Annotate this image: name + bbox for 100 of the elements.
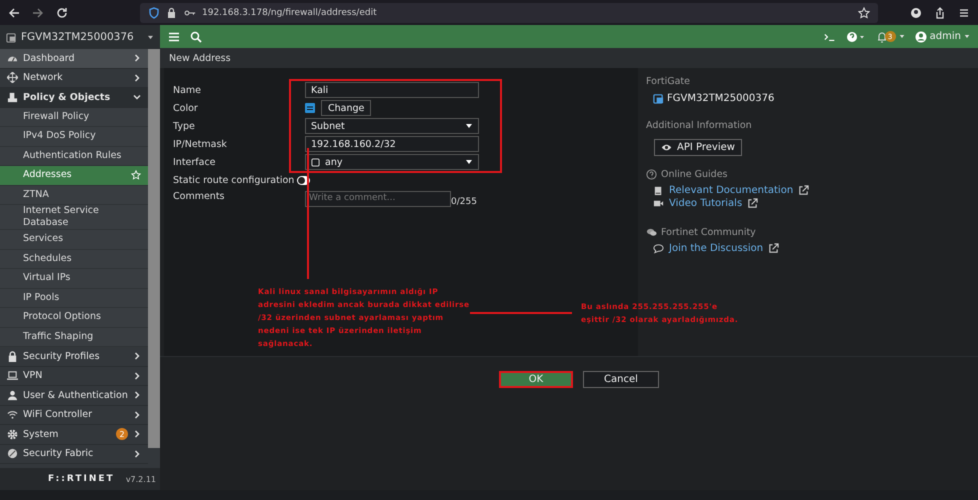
caret-icon (898, 34, 905, 39)
notification-badge: 2 (116, 428, 128, 440)
section-title: Additional Information (646, 120, 752, 131)
page-title: New Address (169, 52, 231, 64)
gear-icon (7, 428, 18, 440)
character-count: 0/255 (451, 197, 477, 207)
sidebar-subitem[interactable]: Virtual IPs (0, 269, 148, 288)
field-label: Comments (173, 191, 226, 202)
section-title: Online Guides (661, 169, 728, 180)
lock-icon (166, 6, 178, 18)
sidebar-subitem[interactable]: Internet Service Database (0, 205, 148, 230)
avatar-icon (914, 30, 927, 42)
sidebar-subitem[interactable]: IP Pools (0, 288, 148, 308)
interface-dropdown[interactable]: any (305, 154, 479, 170)
field-label: Interface (173, 156, 217, 168)
sidebar-item[interactable]: System 2 (0, 425, 148, 444)
search-icon[interactable] (190, 30, 202, 42)
documentation-link[interactable]: Relevant Documentation (669, 185, 794, 196)
caret-icon (465, 123, 473, 129)
menu-icon[interactable] (958, 6, 970, 18)
sidebar-subitem[interactable]: Firewall Policy (0, 108, 148, 127)
book-icon (653, 185, 664, 196)
sidebar-item[interactable]: Security Fabric (0, 444, 148, 464)
lock-icon (7, 350, 18, 362)
chevron-icon (133, 450, 141, 458)
user-icon (7, 390, 18, 401)
sidebar-subitem[interactable]: Schedules (0, 250, 148, 269)
chat-icon (646, 227, 657, 238)
bell-icon (876, 30, 888, 42)
section-title: Fortinet Community (661, 227, 756, 238)
sidebar-subitem[interactable]: Traffic Shaping (0, 328, 148, 347)
device-selector[interactable]: FGVM32TM25000376 (0, 25, 160, 49)
sidebar-subitem[interactable]: ZTNA (0, 186, 148, 205)
ok-button[interactable]: OK (499, 371, 573, 388)
field-label: Static route configuration (173, 175, 294, 186)
chevron-icon (133, 74, 141, 82)
chevron-icon (133, 54, 141, 62)
change-button[interactable]: Change (321, 100, 372, 116)
field-label: IP/Netmask (173, 138, 228, 150)
version-text: v7.2.11 (126, 474, 156, 484)
field-label: Name (173, 84, 202, 96)
crossed-arrows-icon (7, 72, 18, 84)
forward-icon[interactable] (32, 6, 44, 18)
device-icon (653, 93, 664, 104)
ip-netmask-field[interactable]: 192.168.160.2/32 (305, 136, 479, 152)
name-field[interactable]: Kali (305, 82, 479, 98)
address-bar[interactable]: 192.168.3.178/ng/firewall/address/edit (140, 2, 878, 22)
back-icon[interactable] (8, 6, 20, 18)
caret-icon (964, 34, 970, 39)
laptop-icon (7, 370, 18, 382)
sidebar-item[interactable]: Policy & Objects (0, 88, 148, 108)
chevron-icon (133, 391, 141, 400)
comments-field[interactable]: Write a comment... (305, 191, 451, 207)
caret-icon (465, 159, 473, 165)
shield-icon (148, 6, 160, 18)
star-icon (131, 170, 141, 180)
chevron-icon (133, 352, 141, 360)
user-menu[interactable]: admin (914, 30, 970, 42)
external-link-icon (747, 198, 758, 209)
chevron-icon (133, 93, 141, 102)
video-camera-icon (653, 198, 664, 209)
device-icon (6, 32, 17, 42)
sidebar-subitem[interactable]: Addresses (0, 166, 148, 186)
share-icon[interactable] (934, 6, 946, 18)
help-icon (646, 169, 657, 180)
sidebar-item[interactable]: Security Profiles (0, 347, 148, 366)
help-icon[interactable] (846, 30, 866, 42)
video-tutorials-link[interactable]: Video Tutorials (669, 198, 742, 209)
speech-bubble-icon (653, 243, 664, 254)
user-name: admin (930, 31, 961, 42)
reload-icon[interactable] (56, 6, 68, 18)
external-link-icon (768, 243, 780, 254)
url-text: 192.168.3.178/ng/firewall/address/edit (202, 8, 377, 18)
sidebar-subitem[interactable]: Services (0, 230, 148, 250)
brand-logo: F::RTINET (48, 474, 115, 484)
api-preview-button[interactable]: API Preview (654, 139, 742, 156)
sidebar-subitem[interactable]: Authentication Rules (0, 146, 148, 166)
field-label: Color (173, 102, 199, 114)
square-icon (311, 158, 320, 166)
sidebar-item[interactable]: Dashboard (0, 49, 148, 68)
account-icon[interactable] (910, 6, 922, 18)
chevron-icon (133, 430, 141, 438)
scrollbar[interactable] (148, 49, 160, 448)
sidebar-subitem[interactable]: Protocol Options (0, 308, 148, 328)
sidebar-item[interactable]: VPN (0, 366, 148, 386)
field-label: Type (173, 120, 196, 132)
chevron-icon (133, 410, 141, 419)
cancel-button[interactable]: Cancel (583, 371, 659, 388)
section-title: FortiGate (646, 76, 690, 87)
device-name: FGVM32TM25000376 (667, 93, 774, 104)
chevron-icon (133, 372, 141, 380)
wifi-icon (7, 409, 18, 420)
sidebar-item[interactable]: User & Authentication (0, 386, 148, 406)
caret-icon (147, 34, 154, 40)
discussion-link[interactable]: Join the Discussion (669, 243, 764, 254)
external-link-icon (798, 185, 810, 196)
eye-icon (661, 142, 672, 153)
type-dropdown[interactable]: Subnet (305, 118, 479, 134)
sidebar-subitem[interactable]: IPv4 DoS Policy (0, 127, 148, 146)
bookmark-star-icon[interactable] (858, 6, 870, 18)
